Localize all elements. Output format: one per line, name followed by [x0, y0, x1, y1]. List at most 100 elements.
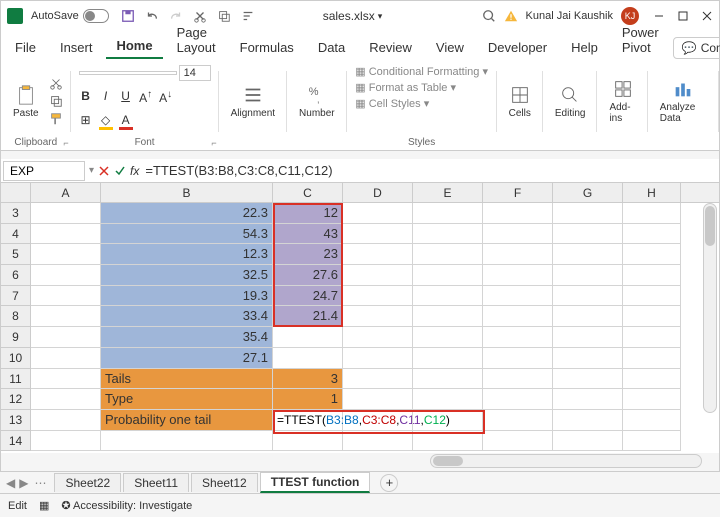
- tab-view[interactable]: View: [426, 36, 474, 59]
- bold-button[interactable]: B: [79, 89, 93, 105]
- tab-formulas[interactable]: Formulas: [230, 36, 304, 59]
- underline-button[interactable]: U: [119, 89, 133, 105]
- maximize-icon[interactable]: [677, 10, 689, 22]
- font-name-select[interactable]: [79, 71, 177, 75]
- cell[interactable]: [413, 244, 483, 265]
- cell[interactable]: [273, 327, 343, 348]
- cell[interactable]: [623, 327, 681, 348]
- cell[interactable]: [31, 203, 101, 224]
- cell[interactable]: [553, 224, 623, 245]
- cell[interactable]: [623, 306, 681, 327]
- cell[interactable]: [31, 327, 101, 348]
- cell[interactable]: 22.3: [101, 203, 273, 224]
- cell[interactable]: 27.1: [101, 348, 273, 369]
- comments-button[interactable]: 💬Comments: [673, 37, 720, 59]
- new-sheet-button[interactable]: +: [380, 474, 398, 492]
- cell[interactable]: [553, 265, 623, 286]
- cell[interactable]: [483, 306, 553, 327]
- col-head[interactable]: A: [31, 183, 101, 202]
- cell[interactable]: [623, 286, 681, 307]
- cell[interactable]: Type: [101, 389, 273, 410]
- italic-button[interactable]: I: [99, 89, 113, 105]
- launcher-icon[interactable]: ⌐: [211, 138, 216, 148]
- col-head[interactable]: H: [623, 183, 681, 202]
- cell[interactable]: [31, 410, 101, 431]
- col-head[interactable]: F: [483, 183, 553, 202]
- col-head[interactable]: G: [553, 183, 623, 202]
- cell[interactable]: [623, 348, 681, 369]
- cell-styles-button[interactable]: ▦ Cell Styles ▾: [355, 97, 429, 110]
- cell[interactable]: [553, 327, 623, 348]
- cell[interactable]: [343, 203, 413, 224]
- cell[interactable]: [343, 244, 413, 265]
- cell[interactable]: [343, 348, 413, 369]
- toggle-off-icon[interactable]: [83, 9, 109, 23]
- cells-button[interactable]: Cells: [505, 82, 535, 121]
- cell[interactable]: [483, 410, 553, 431]
- conditional-formatting-button[interactable]: ▦ Conditional Formatting ▾: [355, 65, 488, 78]
- editing-button[interactable]: Editing: [551, 82, 590, 121]
- row-head[interactable]: 4: [1, 224, 31, 245]
- row-head[interactable]: 3: [1, 203, 31, 224]
- cell[interactable]: [101, 431, 273, 452]
- cell[interactable]: [553, 410, 623, 431]
- cell[interactable]: [553, 348, 623, 369]
- format-as-table-button[interactable]: ▦ Format as Table ▾: [355, 81, 456, 94]
- cell[interactable]: 19.3: [101, 286, 273, 307]
- cell[interactable]: [623, 389, 681, 410]
- cell[interactable]: [623, 244, 681, 265]
- next-sheet-icon[interactable]: ▶: [19, 476, 28, 490]
- autosave-toggle[interactable]: AutoSave: [31, 9, 109, 23]
- cell[interactable]: [413, 410, 483, 431]
- font-color-icon[interactable]: A: [119, 113, 133, 130]
- cell[interactable]: [623, 224, 681, 245]
- col-head[interactable]: E: [413, 183, 483, 202]
- cell[interactable]: [413, 348, 483, 369]
- cell[interactable]: [483, 265, 553, 286]
- sheet-tab-active[interactable]: TTEST function: [260, 472, 371, 493]
- row-head[interactable]: 10: [1, 348, 31, 369]
- tab-help[interactable]: Help: [561, 36, 608, 59]
- cell[interactable]: 12: [273, 203, 343, 224]
- paste-button[interactable]: Paste: [9, 82, 43, 121]
- cell[interactable]: [31, 265, 101, 286]
- cell[interactable]: [413, 203, 483, 224]
- row-head[interactable]: 6: [1, 265, 31, 286]
- row-head[interactable]: 13: [1, 410, 31, 431]
- row-head[interactable]: 14: [1, 431, 31, 452]
- search-icon[interactable]: [482, 9, 496, 23]
- cell[interactable]: 23: [273, 244, 343, 265]
- cell[interactable]: =TTEST(B3:B8,C3:C8,C11,C12): [273, 410, 343, 431]
- enter-icon[interactable]: [114, 165, 126, 177]
- warning-icon[interactable]: [504, 9, 518, 23]
- cell[interactable]: 24.7: [273, 286, 343, 307]
- cell[interactable]: [553, 431, 623, 452]
- cell[interactable]: [483, 224, 553, 245]
- cell[interactable]: [343, 224, 413, 245]
- increase-font-icon[interactable]: A↑: [139, 89, 153, 105]
- addins-button[interactable]: Add-ins: [605, 76, 639, 126]
- cell[interactable]: [273, 431, 343, 452]
- cell[interactable]: 54.3: [101, 224, 273, 245]
- tab-power-pivot[interactable]: Power Pivot: [612, 21, 669, 59]
- tab-page-layout[interactable]: Page Layout: [167, 21, 226, 59]
- cancel-icon[interactable]: [98, 165, 110, 177]
- cell[interactable]: 27.6: [273, 265, 343, 286]
- cell[interactable]: [483, 389, 553, 410]
- cell[interactable]: [31, 389, 101, 410]
- cell[interactable]: [623, 410, 681, 431]
- cut-icon[interactable]: [49, 76, 63, 90]
- name-box[interactable]: [3, 161, 85, 181]
- cell[interactable]: [31, 348, 101, 369]
- cell[interactable]: 3: [273, 369, 343, 390]
- cell[interactable]: [413, 265, 483, 286]
- horizontal-scrollbar[interactable]: [430, 454, 702, 468]
- cell[interactable]: [483, 327, 553, 348]
- cell[interactable]: 12.3: [101, 244, 273, 265]
- cell[interactable]: [483, 369, 553, 390]
- cell[interactable]: [483, 431, 553, 452]
- fill-color-icon[interactable]: ◇: [99, 113, 113, 130]
- row-head[interactable]: 7: [1, 286, 31, 307]
- cell[interactable]: 33.4: [101, 306, 273, 327]
- cell[interactable]: [553, 286, 623, 307]
